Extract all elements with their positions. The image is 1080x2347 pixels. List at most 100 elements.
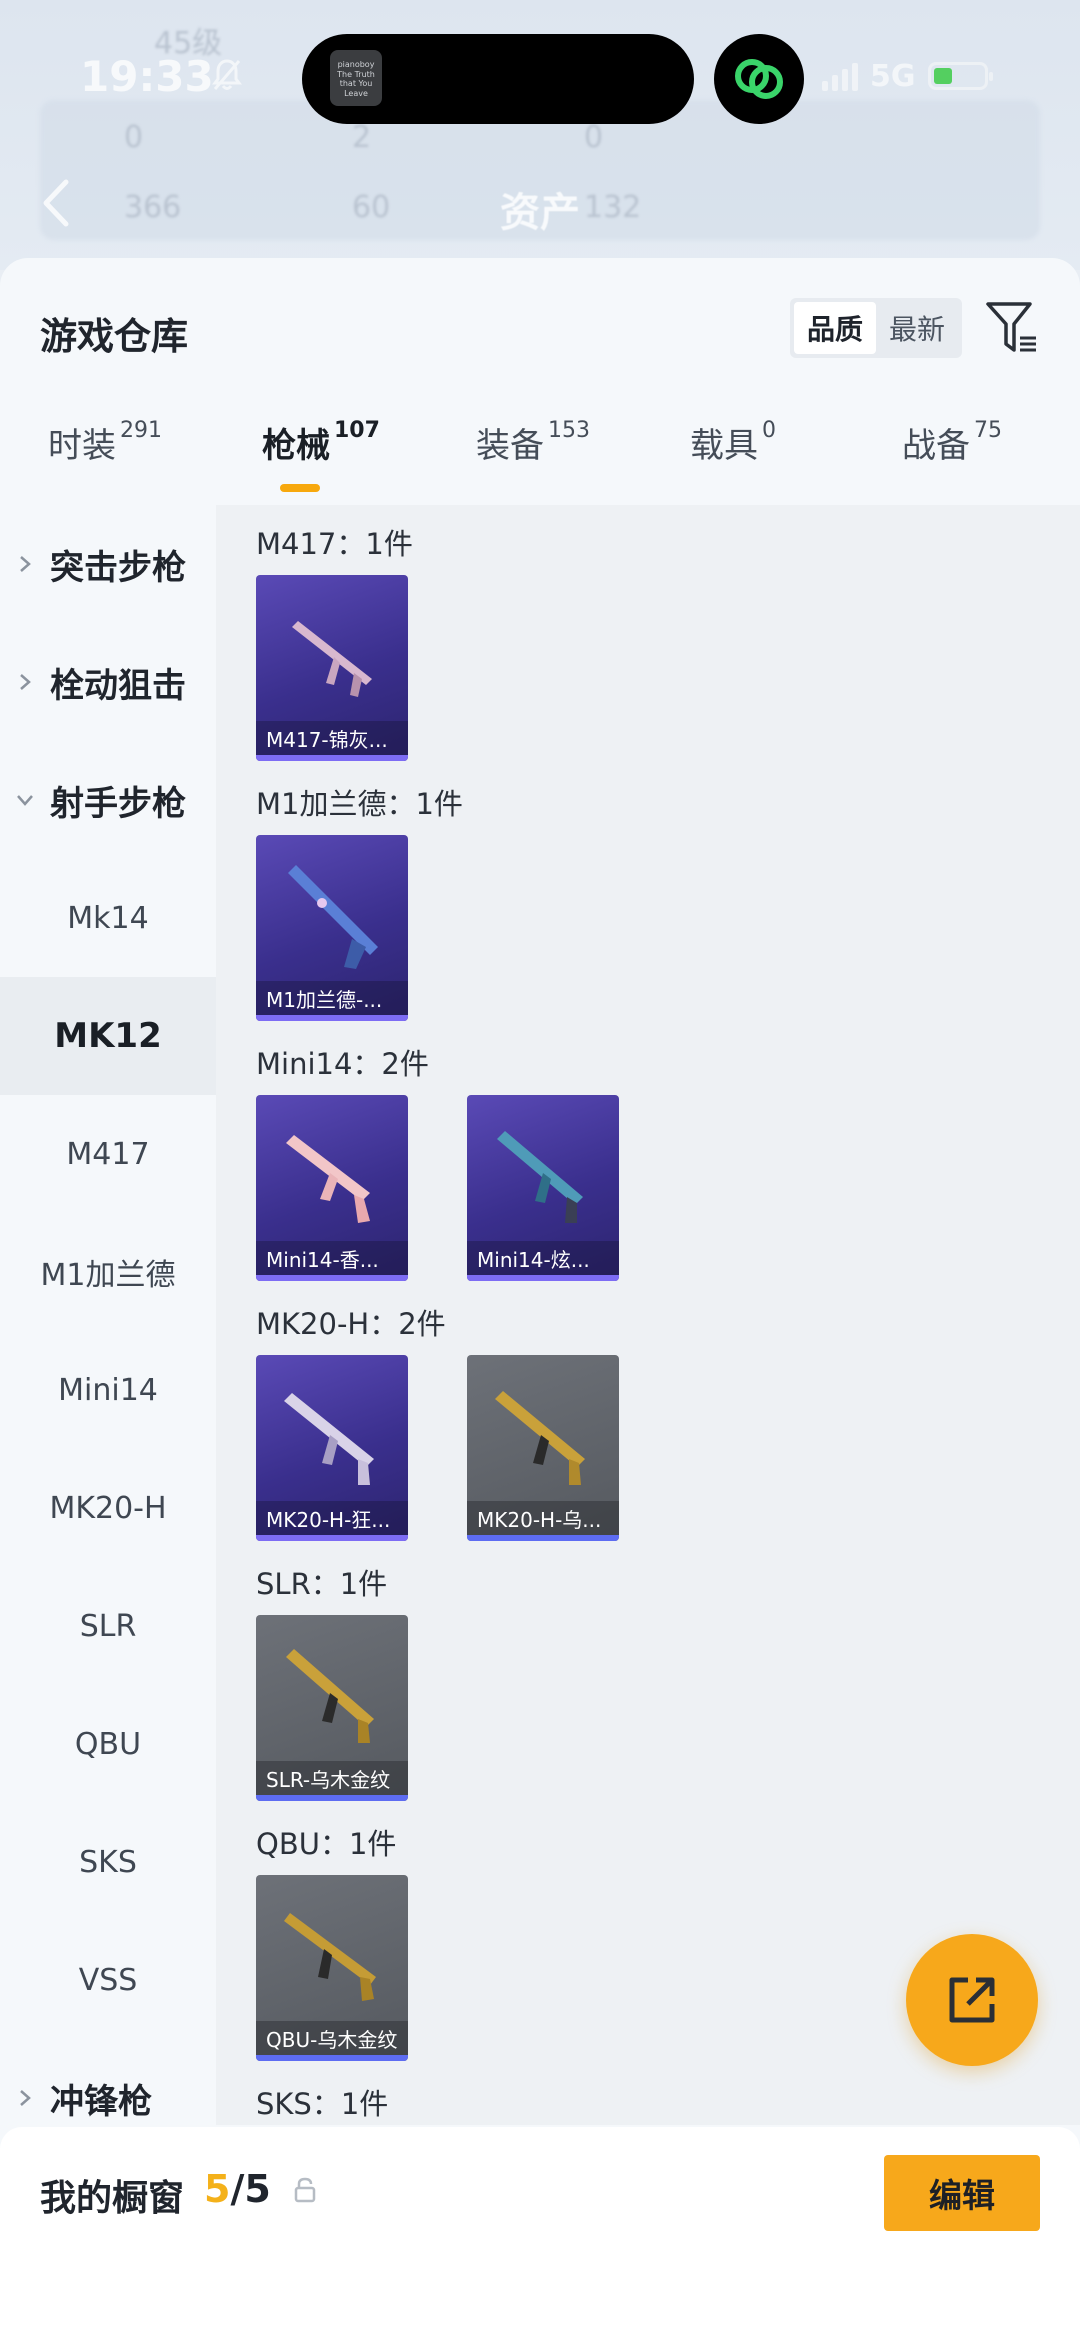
sidebar-item-label: 射手步枪	[50, 783, 186, 824]
skin-card[interactable]: Mini14-香...	[256, 1095, 408, 1281]
sidebar-item-mini14[interactable]: Mini14	[0, 1331, 216, 1449]
skin-card-label: QBU-乌木金纹	[256, 2021, 408, 2055]
sidebar-item-mk20h[interactable]: MK20-H	[0, 1449, 216, 1567]
sidebar-item-marksman-rifles[interactable]: 射手步枪	[0, 741, 216, 859]
showcase-current: 5	[204, 2167, 231, 2211]
sort-toggle: 品质 最新	[790, 298, 962, 358]
skin-card[interactable]: MK20-H-狂...	[256, 1355, 408, 1541]
sidebar-item-mk12[interactable]: MK12	[0, 977, 216, 1095]
tab-label: 装备	[476, 426, 544, 466]
showcase-count: 5/5	[204, 2167, 271, 2211]
section-title-mk20h: MK20-H：2件	[256, 1307, 446, 1341]
link-app-icon	[735, 59, 783, 99]
showcase-bar: 我的橱窗 5/5 编辑	[0, 2127, 1080, 2347]
sidebar-item-m1-garand[interactable]: M1加兰德	[0, 1213, 216, 1331]
chevron-right-icon	[20, 2090, 31, 2106]
skin-card-label: M417-锦灰...	[256, 721, 408, 755]
network-label: 5G	[870, 58, 916, 94]
filter-icon[interactable]	[984, 298, 1040, 358]
skin-card[interactable]: MK20-H-乌...	[467, 1355, 619, 1541]
weapon-category-sidebar: 突击步枪 栓动狙击 射手步枪 Mk14 MK12 M417 M1加兰德 Mini…	[0, 505, 216, 2125]
edit-button[interactable]: 编辑	[884, 2155, 1040, 2231]
rifle-icon	[284, 1393, 374, 1485]
tab-count: 107	[334, 417, 380, 443]
skin-card-label: M1加兰德-...	[256, 981, 408, 1015]
tab-vehicles[interactable]: 载具 0	[690, 418, 776, 498]
tab-outfits[interactable]: 时装 291	[48, 418, 162, 498]
island-app-indicator	[714, 34, 804, 124]
sidebar-item-label: 突击步枪	[50, 547, 186, 588]
sidebar-item-slr[interactable]: SLR	[0, 1567, 216, 1685]
skin-card-label: SLR-乌木金纹	[256, 1761, 408, 1795]
panel-title: 游戏仓库	[40, 315, 188, 358]
sidebar-item-mk14[interactable]: Mk14	[0, 859, 216, 977]
sort-newest-button[interactable]: 最新	[876, 302, 958, 354]
sidebar-item-sks[interactable]: SKS	[0, 1803, 216, 1921]
tab-count: 153	[548, 417, 590, 443]
chevron-right-icon	[20, 556, 31, 572]
rifle-icon	[292, 621, 372, 697]
lock-icon	[294, 2177, 316, 2203]
ghost-count-3: 0	[584, 120, 604, 155]
now-playing-thumb: pianoboy The Truth that You Leave	[330, 50, 382, 106]
signal-icon	[822, 61, 858, 91]
sidebar-item-assault-rifles[interactable]: 突击步枪	[0, 505, 216, 623]
rifle-icon	[288, 865, 378, 969]
ghost-count-1: 0	[124, 120, 144, 155]
chevron-right-icon	[20, 674, 31, 690]
bell-muted-icon	[212, 59, 242, 90]
tab-label: 时装	[48, 426, 116, 466]
status-time: 19:33	[80, 52, 214, 101]
category-tabs: 时装 291 枪械 107 装备 153 载具 0 战备 75	[0, 418, 1080, 498]
chevron-down-icon	[17, 795, 33, 806]
share-fab-button[interactable]	[906, 1934, 1038, 2066]
sidebar-item-label: 冲锋枪	[50, 2081, 152, 2122]
skin-card[interactable]: M1加兰德-...	[256, 835, 408, 1021]
rifle-icon	[495, 1391, 585, 1485]
tab-equipment[interactable]: 装备 153	[476, 418, 590, 498]
sidebar-item-m417[interactable]: M417	[0, 1095, 216, 1213]
section-title-slr: SLR：1件	[256, 1567, 388, 1601]
skin-card[interactable]: M417-锦灰...	[256, 575, 408, 761]
section-title-m417: M417：1件	[256, 527, 413, 561]
rifle-icon	[286, 1135, 370, 1223]
section-title-qbu: QBU：1件	[256, 1827, 397, 1861]
tab-count: 291	[120, 417, 162, 443]
rifle-icon	[284, 1913, 376, 2001]
rifle-icon	[497, 1131, 583, 1223]
section-title-m1-garand: M1加兰德：1件	[256, 787, 463, 821]
ghost-stat-1: 366	[124, 190, 182, 225]
tab-label: 战备	[902, 426, 970, 466]
skin-card-label: MK20-H-乌...	[467, 1501, 619, 1535]
showcase-total: /5	[230, 2167, 271, 2211]
battery-icon	[927, 62, 993, 90]
ghost-stat-2: 60	[352, 190, 391, 225]
skin-card-label: Mini14-炫...	[467, 1241, 619, 1275]
tab-label: 枪械	[262, 426, 330, 466]
skin-card[interactable]: Mini14-炫...	[467, 1095, 619, 1281]
ghost-count-2: 2	[352, 120, 372, 155]
sidebar-item-label: 栓动狙击	[50, 665, 186, 706]
tab-count: 0	[762, 417, 776, 443]
sort-quality-button[interactable]: 品质	[794, 302, 876, 354]
weapon-skin-list: M417：1件 M417-锦灰... M1加兰德：1件 M1加兰德-... Mi…	[216, 505, 1080, 2125]
active-tab-indicator	[280, 484, 320, 492]
skin-card-label: Mini14-香...	[256, 1241, 408, 1275]
assets-title: 资产	[500, 190, 580, 236]
sidebar-item-vss[interactable]: VSS	[0, 1921, 216, 2039]
sidebar-item-bolt-snipers[interactable]: 栓动狙击	[0, 623, 216, 741]
skin-card[interactable]: SLR-乌木金纹	[256, 1615, 408, 1801]
external-link-icon	[949, 1977, 995, 2023]
skin-card[interactable]: QBU-乌木金纹	[256, 1875, 408, 2061]
section-title-sks: SKS：1件	[256, 2087, 389, 2121]
sidebar-item-qbu[interactable]: QBU	[0, 1685, 216, 1803]
tab-gear[interactable]: 战备 75	[902, 418, 1002, 498]
rifle-icon	[286, 1649, 374, 1743]
tab-count: 75	[974, 417, 1002, 443]
status-indicators: 5G	[822, 56, 993, 96]
tab-label: 载具	[690, 426, 758, 466]
back-arrow-icon[interactable]	[36, 178, 76, 228]
skin-card-label: MK20-H-狂...	[256, 1501, 408, 1535]
section-title-mini14: Mini14：2件	[256, 1047, 429, 1081]
ghost-stat-3: 132	[584, 190, 642, 225]
